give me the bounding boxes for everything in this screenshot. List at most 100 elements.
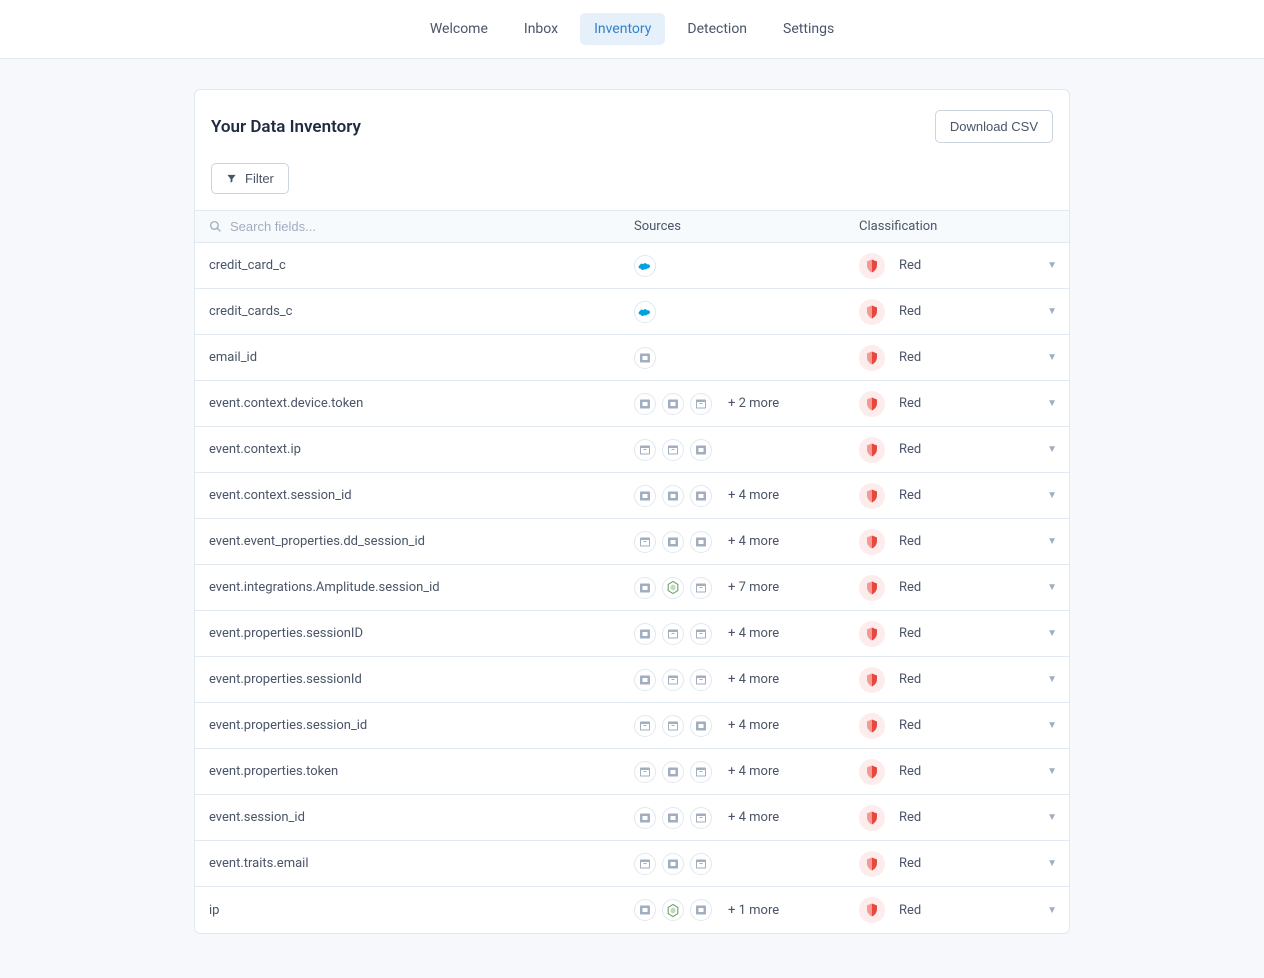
more-sources-label: + 7 more xyxy=(728,580,779,595)
table-row[interactable]: credit_card_cRed▼ xyxy=(195,243,1069,289)
classification-cell[interactable]: Red▼ xyxy=(859,897,1057,923)
shield-icon xyxy=(859,621,885,647)
window-icon xyxy=(690,807,712,829)
shield-icon xyxy=(859,759,885,785)
table-row[interactable]: event.properties.sessionId+ 4 moreRed▼ xyxy=(195,657,1069,703)
classification-label: Red xyxy=(899,304,1033,319)
more-sources-label: + 4 more xyxy=(728,764,779,779)
search-input[interactable] xyxy=(230,219,620,234)
window-icon xyxy=(690,577,712,599)
table-row[interactable]: event.properties.sessionID + 4 more Red ▼ xyxy=(195,611,1069,657)
classification-cell[interactable]: Red▼ xyxy=(859,345,1057,371)
page-title: Your Data Inventory xyxy=(211,117,361,137)
field-name: event.event_properties.dd_session_id xyxy=(209,534,425,549)
classification-label: Red xyxy=(899,442,1033,457)
more-sources-label: + 4 more xyxy=(728,534,779,549)
classification-cell[interactable]: Red▼ xyxy=(859,483,1057,509)
table-row[interactable]: event.event_properties.dd_session_id + 4 … xyxy=(195,519,1069,565)
window-icon xyxy=(690,393,712,415)
field-name: event.properties.sessionID xyxy=(209,626,363,641)
more-sources-label: + 2 more xyxy=(728,396,779,411)
classification-cell[interactable]: Red▼ xyxy=(859,529,1057,555)
chevron-down-icon: ▼ xyxy=(1047,628,1057,639)
classification-cell[interactable]: Red▼ xyxy=(859,391,1057,417)
chevron-down-icon: ▼ xyxy=(1047,766,1057,777)
shield-icon xyxy=(859,253,885,279)
table-row[interactable]: event.properties.session_id + 4 more Red▼ xyxy=(195,703,1069,749)
chevron-down-icon: ▼ xyxy=(1047,306,1057,317)
shield-icon xyxy=(859,805,885,831)
classification-cell[interactable]: Red▼ xyxy=(859,253,1057,279)
classification-cell[interactable]: Red▼ xyxy=(859,805,1057,831)
field-name: ip xyxy=(209,903,219,918)
square-icon xyxy=(634,623,656,645)
source-icons: + 1 more xyxy=(634,899,845,921)
nav-item-settings[interactable]: Settings xyxy=(769,13,848,45)
table-row[interactable]: event.traits.emailRed▼ xyxy=(195,841,1069,887)
source-icons xyxy=(634,255,845,277)
table-row[interactable]: event.integrations.Amplitude.session_id+… xyxy=(195,565,1069,611)
more-sources-label: + 4 more xyxy=(728,626,779,641)
source-icons: + 4 more xyxy=(634,761,845,783)
source-icons: + 4 more xyxy=(634,807,845,829)
classification-cell[interactable]: Red▼ xyxy=(859,713,1057,739)
table-row[interactable]: event.context.session_id+ 4 moreRed▼ xyxy=(195,473,1069,519)
square-icon xyxy=(634,393,656,415)
classification-label: Red xyxy=(899,626,1033,641)
square-icon xyxy=(634,669,656,691)
table-row[interactable]: email_idRed▼ xyxy=(195,335,1069,381)
table-row[interactable]: event.properties.token+ 4 moreRed▼ xyxy=(195,749,1069,795)
classification-cell[interactable]: Red▼ xyxy=(859,437,1057,463)
classification-cell[interactable]: Red▼ xyxy=(859,759,1057,785)
shield-icon xyxy=(859,575,885,601)
more-sources-label: + 4 more xyxy=(728,718,779,733)
search-icon xyxy=(209,220,222,233)
nav-item-inbox[interactable]: Inbox xyxy=(510,13,572,45)
download-csv-button[interactable]: Download CSV xyxy=(935,110,1053,143)
field-name: event.properties.session_id xyxy=(209,718,367,733)
source-icons xyxy=(634,301,845,323)
field-name: event.context.session_id xyxy=(209,488,352,503)
shield-icon xyxy=(859,437,885,463)
table-row[interactable]: event.context.ipRed▼ xyxy=(195,427,1069,473)
table-header: Sources Classification xyxy=(195,210,1069,243)
top-nav: WelcomeInboxInventoryDetectionSettings xyxy=(0,0,1264,59)
classification-label: Red xyxy=(899,488,1033,503)
classification-cell[interactable]: Red▼ xyxy=(859,667,1057,693)
column-header-field xyxy=(195,219,620,234)
field-name: event.session_id xyxy=(209,810,305,825)
chevron-down-icon: ▼ xyxy=(1047,858,1057,869)
table-row[interactable]: credit_cards_cRed▼ xyxy=(195,289,1069,335)
window-icon xyxy=(690,669,712,691)
square-icon xyxy=(662,485,684,507)
source-icons xyxy=(634,853,845,875)
nav-item-welcome[interactable]: Welcome xyxy=(416,13,502,45)
filter-label: Filter xyxy=(245,171,274,186)
nav-item-detection[interactable]: Detection xyxy=(673,13,761,45)
panel-header: Your Data Inventory Download CSV xyxy=(195,90,1069,153)
source-icons: + 4 more xyxy=(634,669,845,691)
window-icon xyxy=(662,623,684,645)
filter-button[interactable]: Filter xyxy=(211,163,289,194)
window-icon xyxy=(634,853,656,875)
source-icons: + 4 more xyxy=(634,715,845,737)
square-icon xyxy=(662,393,684,415)
square-icon xyxy=(690,899,712,921)
classification-cell[interactable]: Red▼ xyxy=(859,851,1057,877)
column-header-classification: Classification xyxy=(845,219,1069,234)
chevron-down-icon: ▼ xyxy=(1047,812,1057,823)
classification-cell[interactable]: Red▼ xyxy=(859,575,1057,601)
table-row[interactable]: event.session_id + 4 more Red▼ xyxy=(195,795,1069,841)
classification-cell[interactable]: Red ▼ xyxy=(859,621,1057,647)
classification-label: Red xyxy=(899,672,1033,687)
classification-label: Red xyxy=(899,534,1033,549)
square-icon xyxy=(662,853,684,875)
shield-icon xyxy=(859,391,885,417)
nav-item-inventory[interactable]: Inventory xyxy=(580,13,665,45)
square-icon xyxy=(690,439,712,461)
classification-cell[interactable]: Red ▼ xyxy=(859,299,1057,325)
field-name: event.context.device.token xyxy=(209,396,363,411)
table-row[interactable]: ip + 1 more Red▼ xyxy=(195,887,1069,933)
table-row[interactable]: event.context.device.token + 2 more Red▼ xyxy=(195,381,1069,427)
more-sources-label: + 4 more xyxy=(728,672,779,687)
